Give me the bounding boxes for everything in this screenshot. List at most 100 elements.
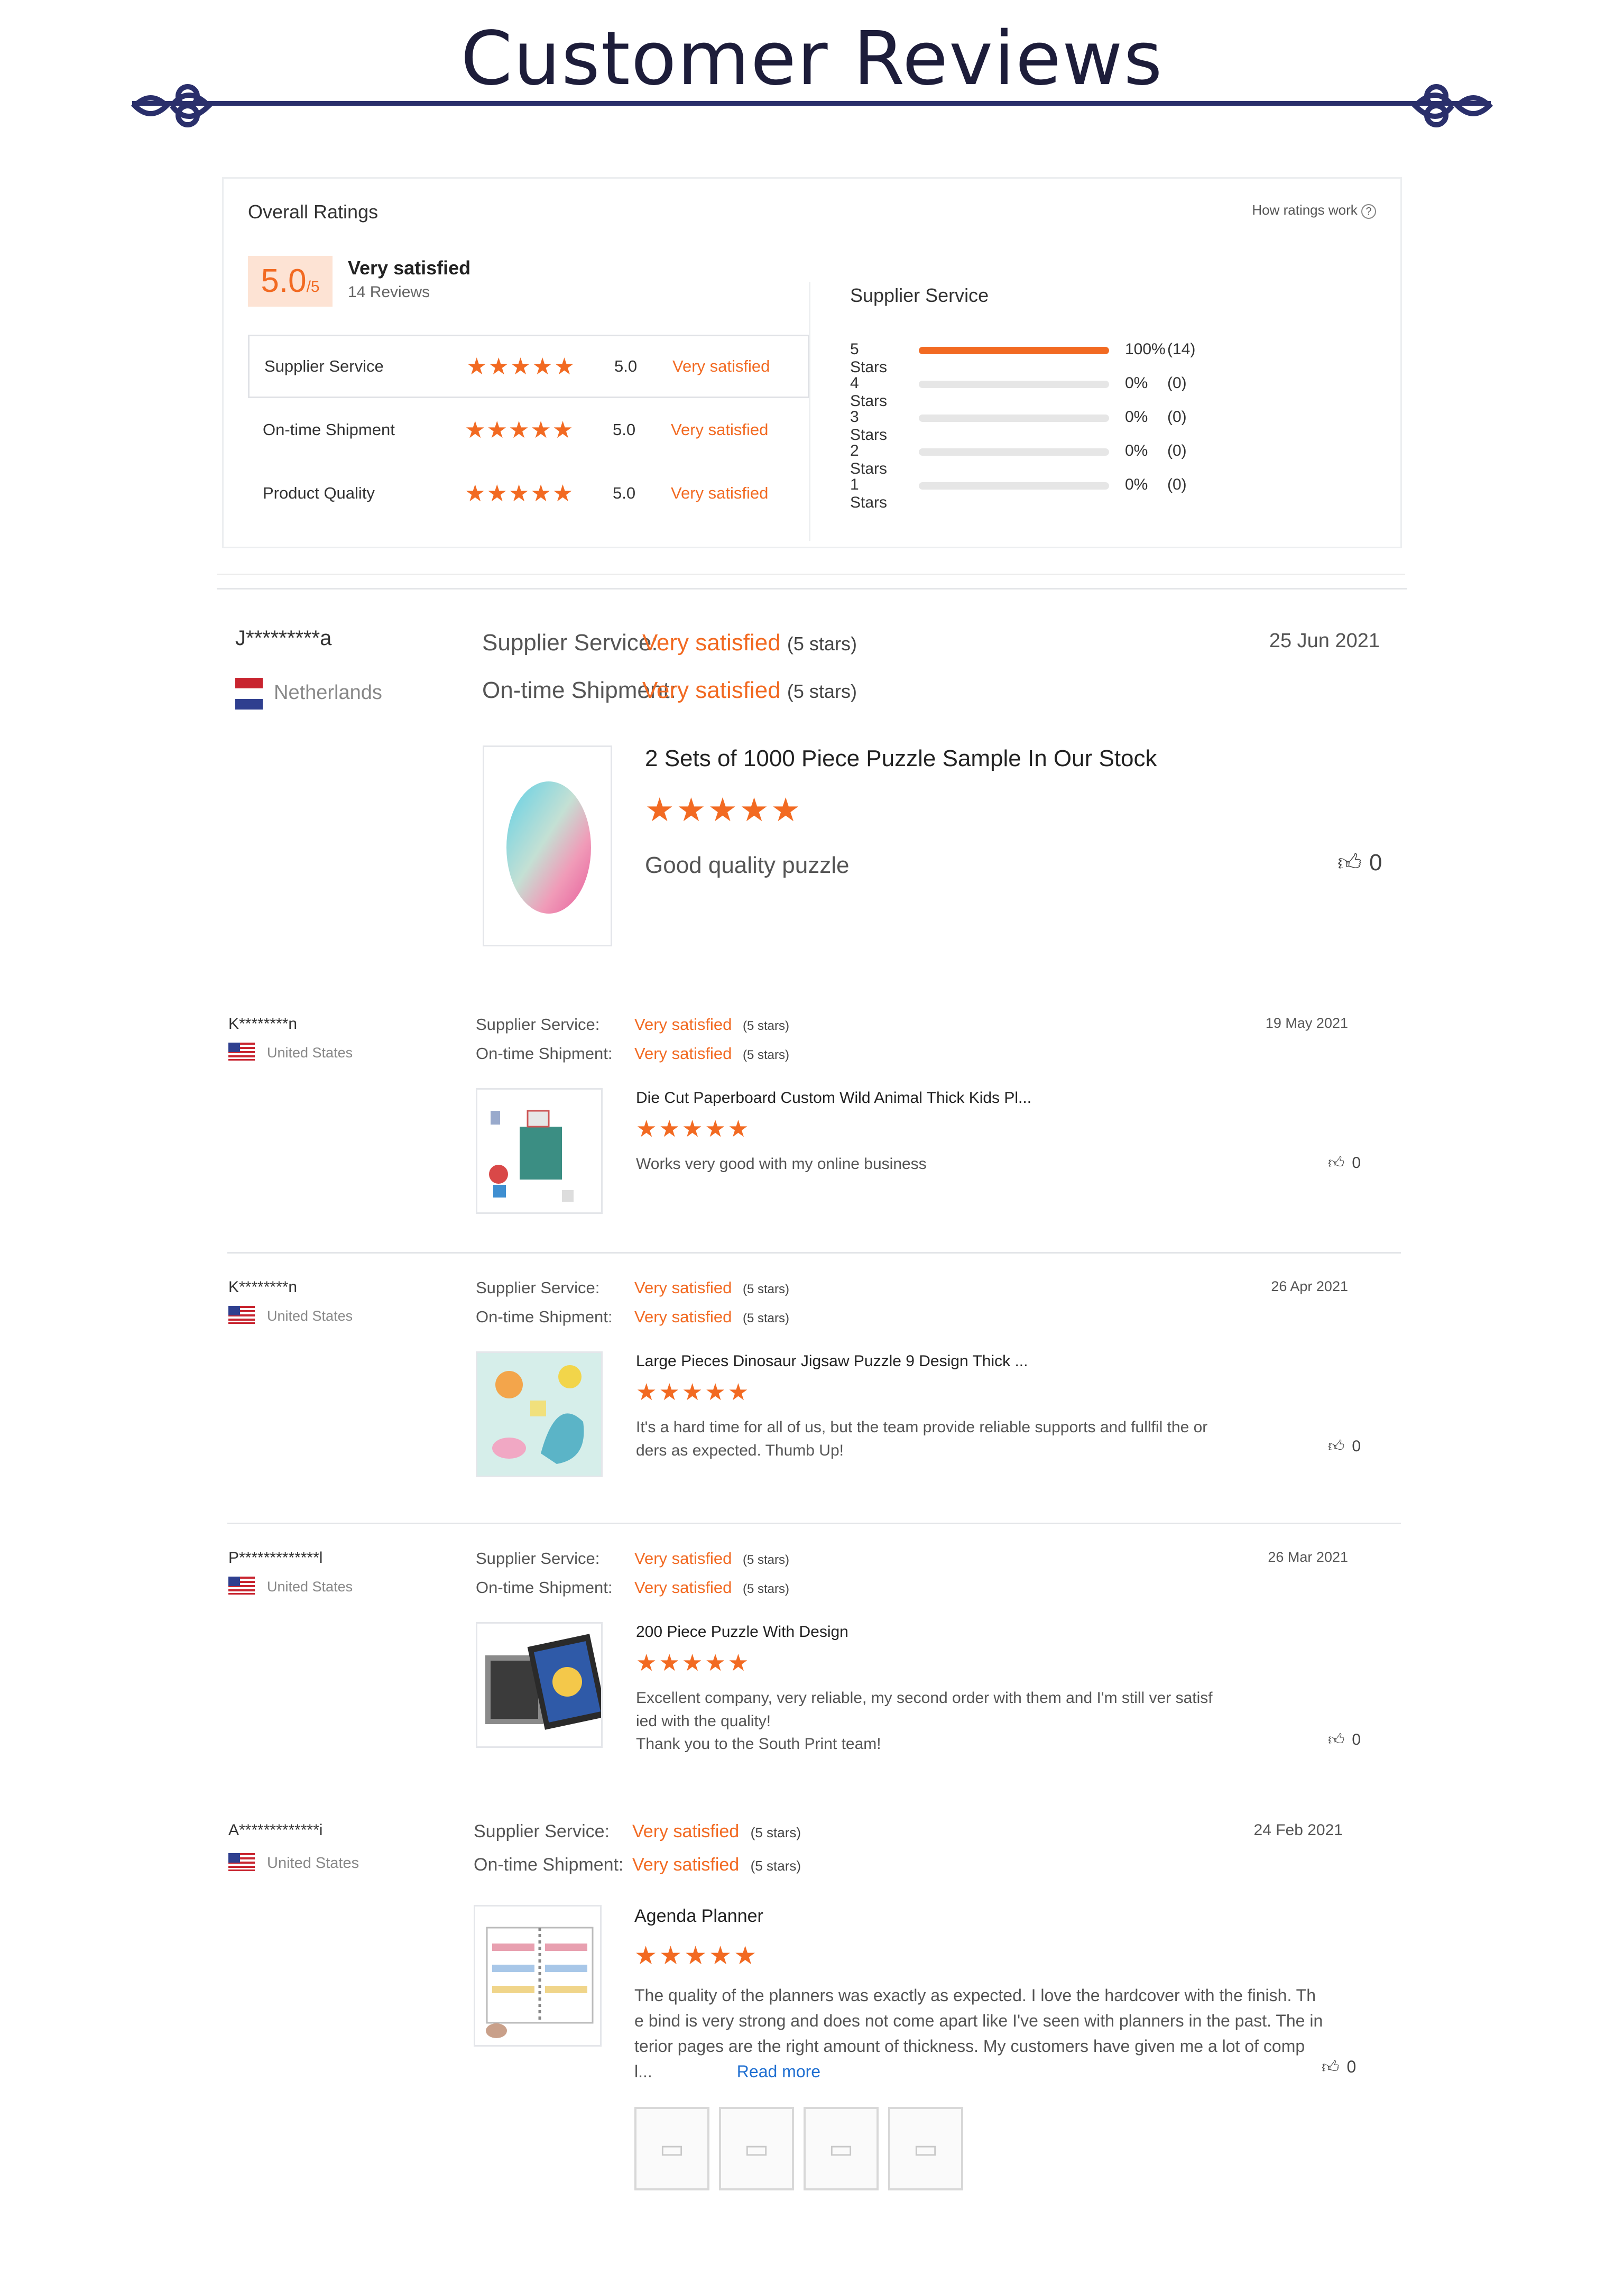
distribution-count: (0) [1167,408,1187,426]
rating-text: Very satisfied [632,1821,740,1841]
review-star-rating-icon: ★★★★★ [636,1116,751,1142]
distribution-count: (0) [1167,374,1187,392]
like-button[interactable]: 👍︎ 0 [1328,1437,1361,1456]
review-divider [227,1252,1401,1254]
review-photo-placeholder[interactable]: ▭ [888,2107,963,2190]
rating-text: Very satisfied [634,1307,732,1326]
product-thumbnail[interactable] [474,1905,602,2047]
right-ornament-icon [1411,84,1493,127]
review-item: J*********a Netherlands Supplier Service… [227,627,1401,954]
review-date: 26 Apr 2021 [1271,1278,1348,1294]
review-photo-placeholder[interactable]: ▭ [634,2107,709,2190]
review-text-line: Thank you to the South Print team! [636,1735,881,1753]
review-text-line: l... [634,2062,652,2081]
dimension-ratings: Supplier Service ★★★★★ 5.0 Very satisfie… [248,335,809,525]
rating-text: Very satisfied [642,630,781,656]
agenda-planner-image [486,1927,594,2038]
shipment-label: On-time Shipment: [474,1855,624,1875]
distribution-percent: 0% [1125,408,1148,426]
review-text: Good quality puzzle [645,852,850,878]
distribution-bar [919,448,1109,456]
rating-stars-text: (5 stars) [743,1048,790,1062]
distribution-title: Supplier Service [850,284,989,306]
thumbs-up-icon: 👍︎ [1328,1731,1345,1748]
distribution-bar [919,482,1109,490]
dimension-rating-text: Very satisfied [671,484,769,502]
us-flag-icon [228,1853,255,1871]
like-count: 0 [1369,849,1382,876]
supplier-service-rating: Very satisfied (5 stars) [634,1278,789,1297]
product-title[interactable]: 200 Piece Puzzle With Design [636,1623,848,1641]
image-placeholder-icon: ▭ [828,2134,854,2163]
like-button[interactable]: 👍︎ 0 [1337,849,1382,877]
product-title[interactable]: Large Pieces Dinosaur Jigsaw Puzzle 9 De… [636,1352,1028,1370]
panel-divider [809,282,810,541]
review-date: 25 Jun 2021 [1269,630,1380,652]
review-star-rating-icon: ★★★★★ [636,1650,751,1676]
review-star-rating-icon: ★★★★★ [636,1379,751,1405]
us-flag-icon [228,1043,255,1061]
how-ratings-work-label: How ratings work [1252,202,1358,218]
review-text: The quality of the planners was exactly … [634,1983,1323,2084]
reviewer-name: K********n [228,1015,298,1033]
thumbs-up-icon: 👍︎ [1328,1154,1345,1172]
review-photo-placeholder[interactable]: ▭ [804,2107,879,2190]
overall-score-badge: 5.0/5 [248,256,333,307]
product-title[interactable]: Die Cut Paperboard Custom Wild Animal Th… [636,1089,1031,1107]
reviewer-name: P*************l [228,1549,323,1567]
rating-stars-text: (5 stars) [787,633,857,655]
how-ratings-work-link[interactable]: How ratings work ? [1252,202,1376,219]
shipment-label: On-time Shipment: [476,1044,613,1063]
distribution-bar [919,347,1109,354]
dimension-row-supplier-service[interactable]: Supplier Service ★★★★★ 5.0 Very satisfie… [248,335,809,398]
product-thumbnail[interactable] [476,1088,603,1214]
product-thumbnail[interactable] [483,745,612,946]
like-button[interactable]: 👍︎ 0 [1322,2057,1356,2077]
star-rating-icon: ★★★★★ [465,480,575,506]
rating-stars-text: (5 stars) [743,1311,790,1325]
overall-score-label: Very satisfied [348,257,471,279]
overall-score: 5.0 [261,263,307,299]
section-divider [217,574,1405,575]
dimension-name: On-time Shipment [263,420,395,439]
distribution-bar [919,415,1109,422]
dimension-row-product-quality[interactable]: Product Quality ★★★★★ 5.0 Very satisfied [248,462,809,525]
review-date: 24 Feb 2021 [1253,1821,1343,1839]
section-divider [217,588,1407,590]
rating-stars-text: (5 stars) [750,1858,801,1874]
review-text-line: ied with the quality! [636,1712,771,1730]
puzzle-gradient-image [506,781,591,914]
product-title[interactable]: 2 Sets of 1000 Piece Puzzle Sample In Ou… [645,745,1157,772]
dimension-row-shipment[interactable]: On-time Shipment ★★★★★ 5.0 Very satisfie… [248,398,809,462]
rating-text: Very satisfied [642,677,781,703]
supplier-service-label: Supplier Service: [476,1549,600,1568]
distribution-percent: 0% [1125,374,1148,392]
help-icon: ? [1361,204,1376,219]
reviewer-name: A*************i [228,1821,323,1839]
review-text-line: terior pages are the right amount of thi… [634,2037,1305,2056]
distribution-percent: 0% [1125,476,1148,493]
product-title[interactable]: Agenda Planner [634,1906,763,1927]
rating-stars-text: (5 stars) [743,1282,790,1296]
rating-text: Very satisfied [634,1015,732,1034]
read-more-link[interactable]: Read more [737,2062,820,2081]
overall-ratings-label: Overall Ratings [248,201,379,223]
review-photo-placeholder[interactable]: ▭ [719,2107,794,2190]
distribution-count: (0) [1167,476,1187,493]
supplier-service-rating: Very satisfied (5 stars) [632,1821,801,1842]
supplier-service-rating: Very satisfied (5 stars) [634,1549,789,1568]
like-button[interactable]: 👍︎ 0 [1328,1730,1361,1749]
like-count: 0 [1352,1731,1361,1748]
like-count: 0 [1346,2057,1357,2076]
distribution-label: 2 Stars [850,442,888,477]
product-thumbnail[interactable] [476,1622,603,1748]
product-thumbnail[interactable] [476,1351,603,1477]
dimension-name: Supplier Service [264,357,384,375]
like-button[interactable]: 👍︎ 0 [1328,1154,1361,1173]
page-title: Customer Reviews [460,16,1164,102]
dimension-score: 5.0 [613,420,636,439]
supplier-service-label: Supplier Service: [482,630,658,656]
rating-stars-text: (5 stars) [743,1582,790,1596]
distribution-percent: 100% [1125,340,1166,358]
review-item: P*************l United States Supplier S… [227,1549,1401,1771]
